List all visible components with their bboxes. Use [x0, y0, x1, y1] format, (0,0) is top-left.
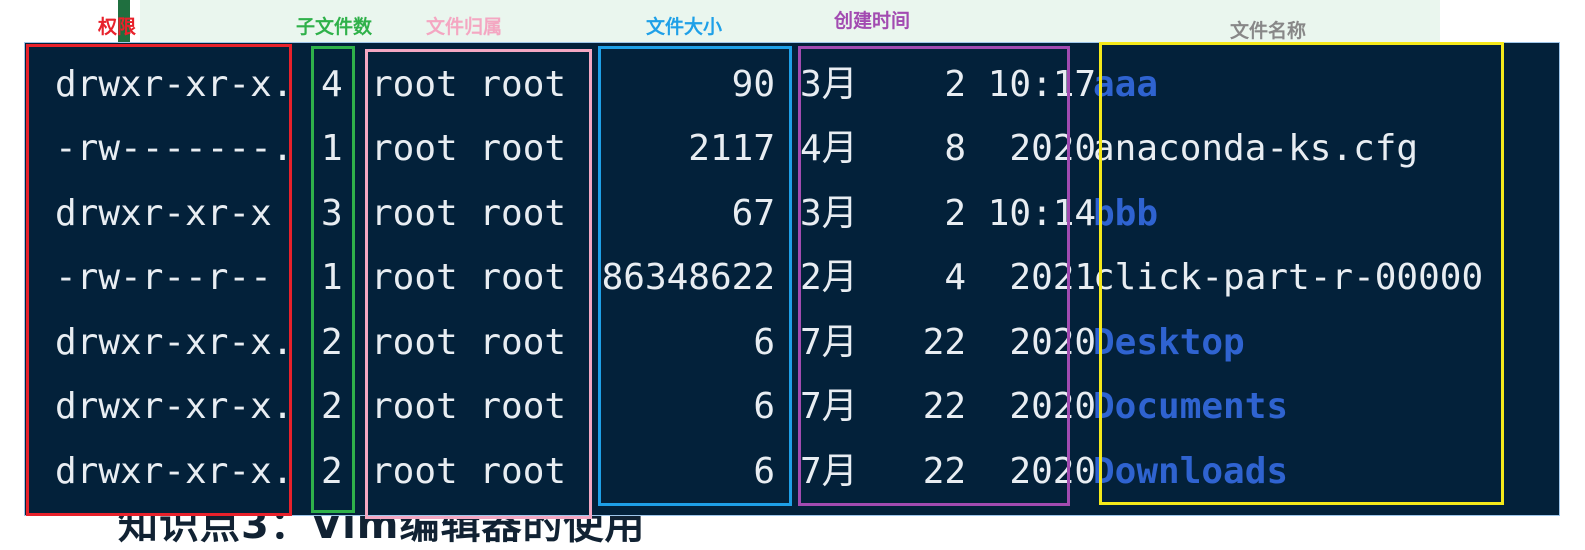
header-sub-files: 子文件数 — [296, 16, 373, 38]
header-size: 文件大小 — [646, 16, 723, 38]
created-column-box — [798, 46, 1070, 506]
header-ownership: 文件归属 — [426, 16, 503, 38]
size-column-box — [598, 46, 792, 506]
header-created: 创建时间 — [834, 10, 911, 32]
name-column-box — [1099, 42, 1504, 505]
ownership-column-box — [365, 49, 592, 519]
permissions-column-box — [26, 44, 292, 516]
header-name: 文件名称 — [1230, 20, 1307, 42]
header-permissions: 权限 — [98, 16, 137, 38]
sub-files-column-box — [311, 46, 355, 513]
